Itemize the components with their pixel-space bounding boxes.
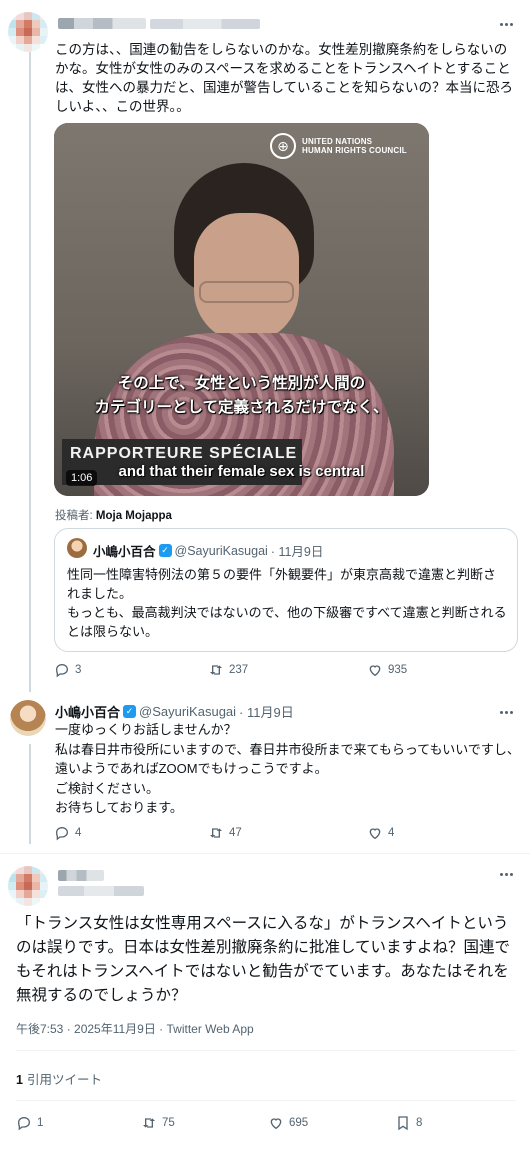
handle[interactable]: @SayuriKasugai [139,704,236,719]
verified-icon: ✓ [123,705,137,718]
quoted-handle: @SayuriKasugai [174,543,268,558]
tweet-header: 小嶋小百合 ✓ @SayuriKasugai · 11月9日 [55,702,294,721]
tweet-meta[interactable]: 午後7:53 · 2025年11月9日 · Twitter Web App [16,1020,254,1037]
like-button[interactable]: 935 [367,662,407,678]
retweet-button[interactable]: 237 [208,662,248,678]
tweet-text: この方は、、国連の勧告をしらないのかな。女性差別撤廃条約をしらないのかな。女性が… [55,42,514,114]
reply-icon [54,662,70,678]
quoted-text: 性同一性障害特例法の第５の要件「外観要件」が東京高裁で違憲と判断されました。 も… [67,567,507,639]
thread-line [29,52,31,692]
attribution-prefix: 投稿者: [55,510,96,522]
logo-line-2: HUMAN RIGHTS COUNCIL [302,146,407,155]
divider [0,853,530,854]
verified-icon: ✓ [158,544,172,557]
like-icon [367,825,383,841]
video-figure-glasses [199,281,294,303]
display-name-redacted [58,18,146,29]
video-duration: 1:06 [66,470,98,486]
video-figure-face [194,213,299,343]
un-emblem-icon: ⊕ [270,133,296,159]
thread-line [29,744,31,844]
retweet-count: 237 [229,664,249,676]
handle-redacted [58,886,144,896]
like-button[interactable]: 4 [367,825,394,841]
quoted-avatar [67,538,87,558]
video-player[interactable]: RAPPORTEURE SPÉCIALE ⊕ UNITED NATIONS HU… [54,123,429,496]
reply-icon [16,1115,32,1131]
avatar[interactable] [8,866,48,906]
video-attribution[interactable]: 投稿者: Moja Mojappa [55,507,172,523]
reply-button[interactable]: 3 [54,662,81,678]
reply-icon [54,825,70,841]
retweet-button[interactable]: 75 [141,1115,175,1131]
display-name[interactable]: 小嶋小百合 [55,702,120,721]
reply-count: 4 [75,827,82,839]
handle-redacted [150,19,260,29]
retweet-icon [141,1115,157,1131]
retweet-icon [208,662,224,678]
quote-count: 1 [16,1073,23,1087]
avatar[interactable] [8,12,48,52]
avatar[interactable] [10,700,46,736]
subtitle-en: and that their female sex is central [118,463,365,480]
logo-line-1: UNITED NATIONS [302,137,373,146]
divider [16,1050,516,1051]
attribution-name[interactable]: Moja Mojappa [96,510,172,522]
like-icon [367,662,383,678]
more-icon[interactable] [498,704,514,720]
like-count: 4 [388,827,395,839]
tweet-date[interactable]: · 11月9日 [239,702,294,721]
like-count: 695 [289,1117,309,1129]
display-name-redacted [58,870,104,881]
bookmark-count: 8 [416,1117,423,1129]
reply-button[interactable]: 4 [54,825,81,841]
quoted-tweet[interactable]: 小嶋小百合 ✓ @SayuriKasugai · 11月9日 性同一性障害特例法… [54,528,518,652]
tweet-text: 一度ゆっくりお話しませんか？ 私は春日井市役所にいますので、春日井市役所まで来て… [55,722,520,815]
reply-count: 3 [75,664,82,676]
quoted-date: · 11月9日 [270,545,324,559]
un-hrc-logo: ⊕ UNITED NATIONS HUMAN RIGHTS COUNCIL [270,133,407,159]
subtitle-ja-2: カテゴリーとして定義されるだけでなく、 [94,399,389,416]
bookmark-button[interactable]: 8 [395,1115,422,1131]
quote-tweets-link[interactable]: 1 引用ツイート [16,1069,102,1088]
like-count: 935 [388,664,408,676]
retweet-icon [208,825,224,841]
quoted-header: 小嶋小百合 ✓ @SayuriKasugai · 11月9日 [93,541,323,560]
quote-label: 引用ツイート [26,1073,102,1087]
reply-button[interactable]: 1 [16,1115,43,1131]
more-icon[interactable] [498,16,514,32]
more-icon[interactable] [498,866,514,882]
like-icon [268,1115,284,1131]
retweet-button[interactable]: 47 [208,825,242,841]
like-button[interactable]: 695 [268,1115,308,1131]
divider [16,1100,516,1101]
bookmark-icon [395,1115,411,1131]
subtitle-ja-1: その上で、女性という性別が人間の [117,375,366,392]
retweet-count: 47 [229,827,242,839]
quoted-name: 小嶋小百合 [93,545,156,559]
reply-count: 1 [37,1117,44,1129]
retweet-count: 75 [162,1117,175,1129]
tweet-text: 「トランス女性は女性専用スペースに入るな」がトランスヘイトというのは誤りです。日… [16,915,510,1004]
